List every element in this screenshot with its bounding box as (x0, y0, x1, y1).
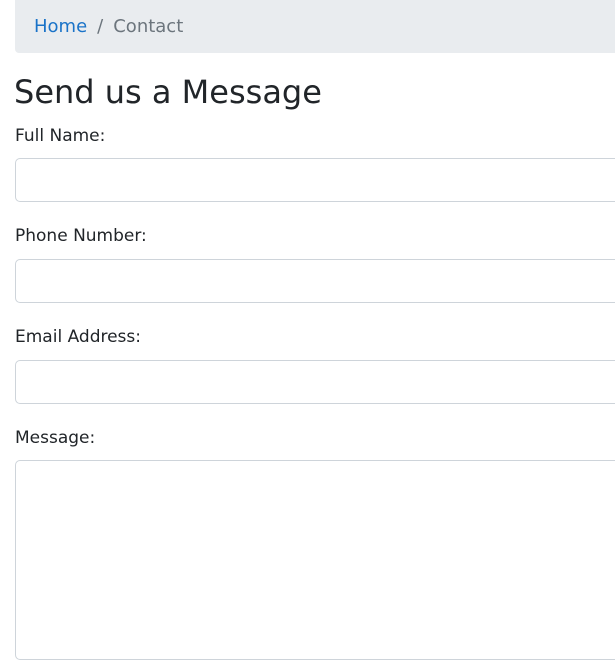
breadcrumb-current: Contact (113, 16, 184, 37)
breadcrumb-separator: / (97, 16, 104, 37)
breadcrumb-home-link[interactable]: Home (34, 16, 87, 37)
page-title: Send us a Message (14, 73, 322, 111)
email-address-input[interactable] (15, 360, 615, 404)
full-name-input[interactable] (15, 158, 615, 202)
message-label: Message: (15, 428, 96, 448)
phone-number-label: Phone Number: (15, 226, 147, 246)
message-textarea[interactable] (15, 460, 615, 660)
full-name-label: Full Name: (15, 126, 106, 146)
breadcrumb: Home / Contact (15, 0, 615, 53)
email-address-label: Email Address: (15, 327, 141, 347)
phone-number-input[interactable] (15, 259, 615, 303)
